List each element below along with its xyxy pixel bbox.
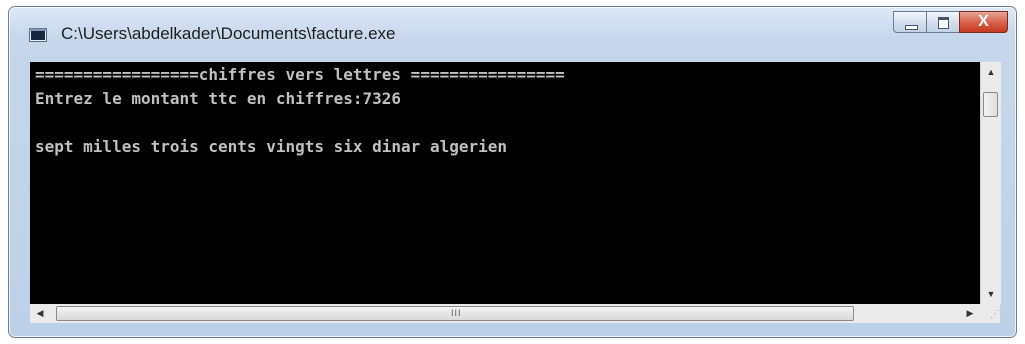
maximize-button[interactable] [926,11,959,33]
close-button[interactable]: X [959,11,1008,33]
title-bar[interactable]: C:\Users\abdelkader\Documents\facture.ex… [9,7,1016,57]
caption-buttons: X [893,11,1008,33]
console-line: =================chiffres vers lettres =… [35,65,565,84]
close-icon: X [978,13,989,30]
horizontal-scrollbar[interactable]: ◀ III ▶ [30,304,980,323]
minimize-button[interactable] [893,11,926,33]
arrow-up-icon[interactable]: ▲ [981,62,1001,82]
console-output[interactable]: =================chiffres vers lettres =… [30,62,980,304]
horizontal-scroll-thumb[interactable]: III [56,306,854,321]
arrow-down-icon[interactable]: ▼ [981,284,1001,304]
scroll-grip-icon: III [451,308,462,318]
console-window: C:\Users\abdelkader\Documents\facture.ex… [8,6,1017,338]
vertical-scrollbar[interactable]: ▲ ▼ [980,62,1001,304]
maximize-icon [938,17,949,29]
resize-grip-icon[interactable]: ⋰ [980,304,1000,323]
console-line: Entrez le montant ttc en chiffres:7326 [35,89,402,108]
vertical-scroll-thumb[interactable] [983,92,998,117]
arrow-right-icon[interactable]: ▶ [960,304,980,323]
console-line: sept milles trois cents vingts six dinar… [35,137,508,156]
minimize-icon [905,25,918,30]
arrow-left-icon[interactable]: ◀ [30,304,50,323]
window-title: C:\Users\abdelkader\Documents\facture.ex… [61,24,396,43]
console-app-icon [29,28,47,42]
